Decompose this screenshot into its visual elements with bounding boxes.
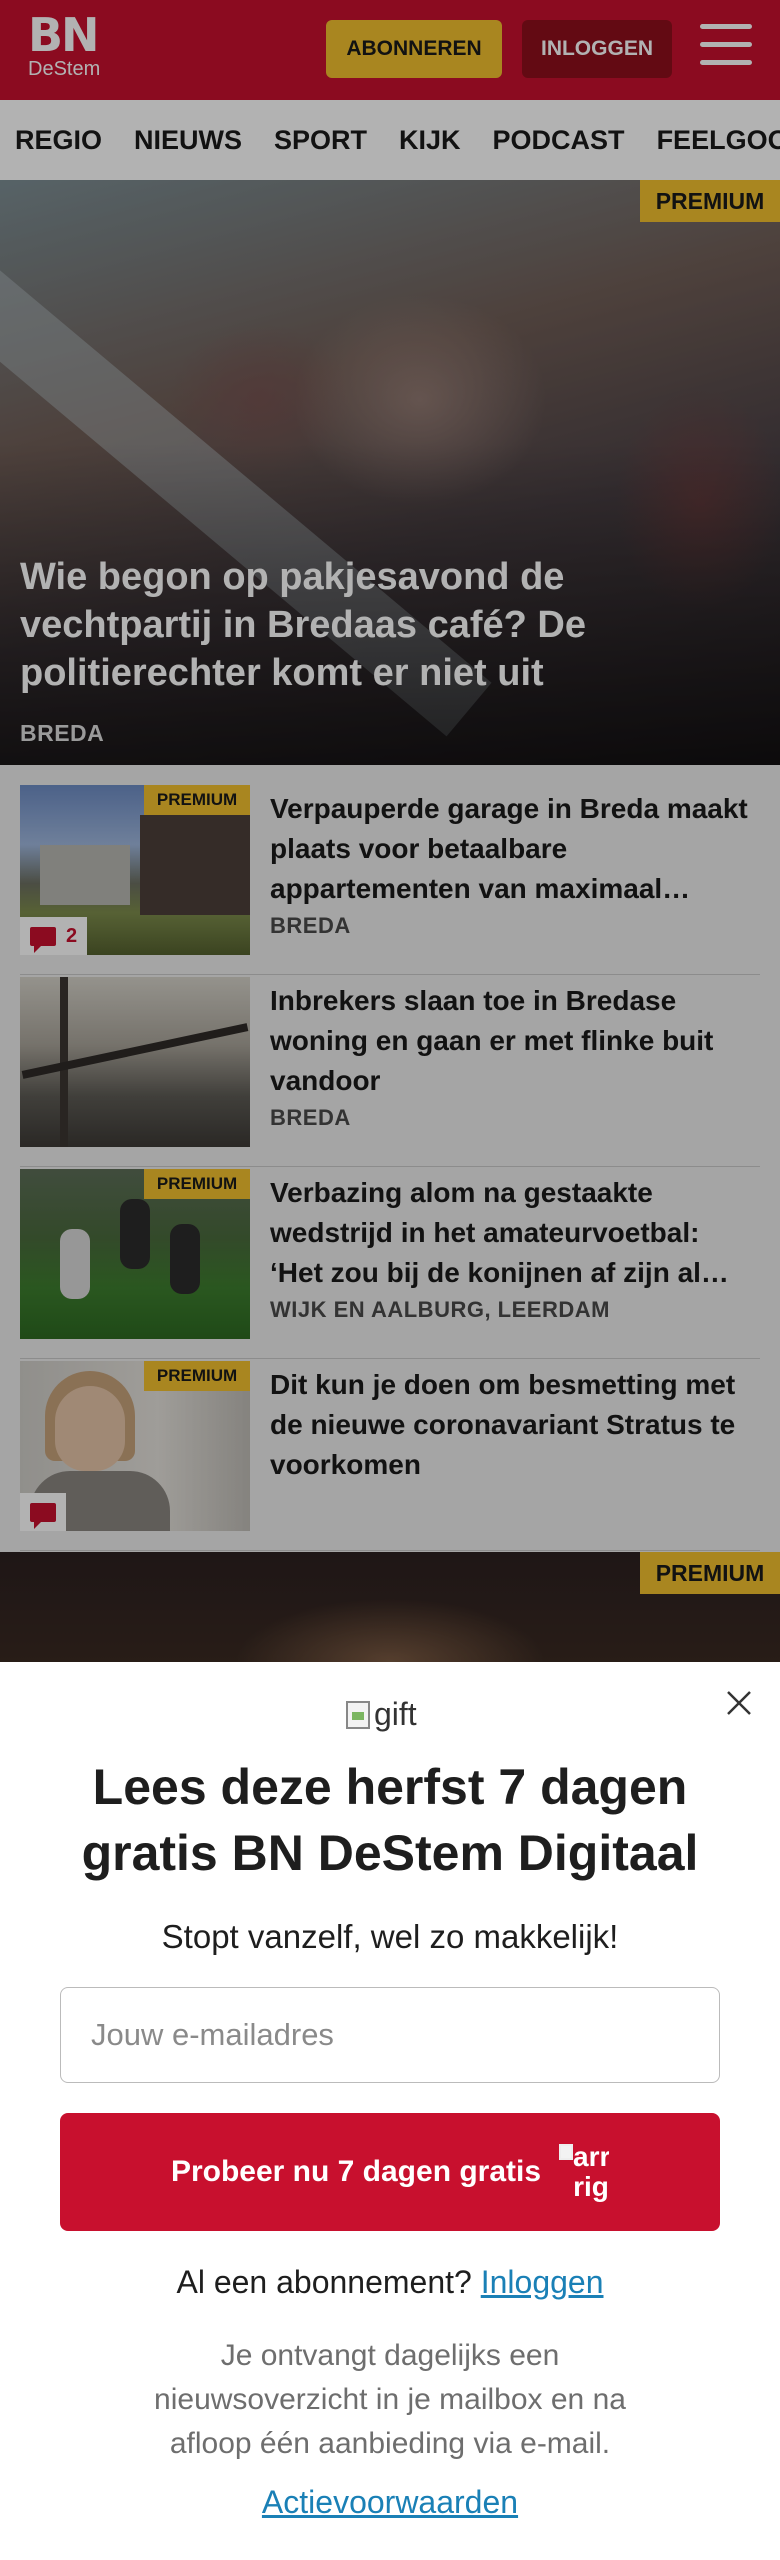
popup-info-text: Je ontvangt dagelijks een nieuwsoverzich… xyxy=(154,2339,626,2460)
close-icon[interactable] xyxy=(720,1684,758,1722)
arrow-right-icon: arrow right xyxy=(559,2142,609,2202)
broken-image-icon xyxy=(346,1700,370,1729)
popup-title: Lees deze herfst 7 dagen gratis BN DeSte… xyxy=(81,1759,699,1881)
start-trial-button[interactable]: Probeer nu 7 dagen gratis arrow right xyxy=(60,2113,720,2231)
modal-backdrop[interactable] xyxy=(0,0,780,1662)
start-trial-label: Probeer nu 7 dagen gratis xyxy=(170,2155,542,2188)
have-subscription-text: Al een abonnement? xyxy=(176,2264,472,2300)
gift-alt-text: gift xyxy=(374,1696,417,1732)
terms-link[interactable]: Actievoorwaarden xyxy=(40,2484,740,2521)
arrow-alt-text: arrow right xyxy=(573,2142,610,2202)
have-subscription-line: Al een abonnement? Inloggen xyxy=(40,2264,740,2301)
email-input[interactable] xyxy=(60,1987,720,2083)
popup-login-link[interactable]: Inloggen xyxy=(481,2264,604,2300)
popup-subtitle: Stopt vanzelf, wel zo makkelijk! xyxy=(161,1918,619,1955)
gift-image: gift xyxy=(346,1696,417,1733)
subscription-popup: gift Lees deze herfst 7 dagen gratis BN … xyxy=(0,1662,780,2560)
